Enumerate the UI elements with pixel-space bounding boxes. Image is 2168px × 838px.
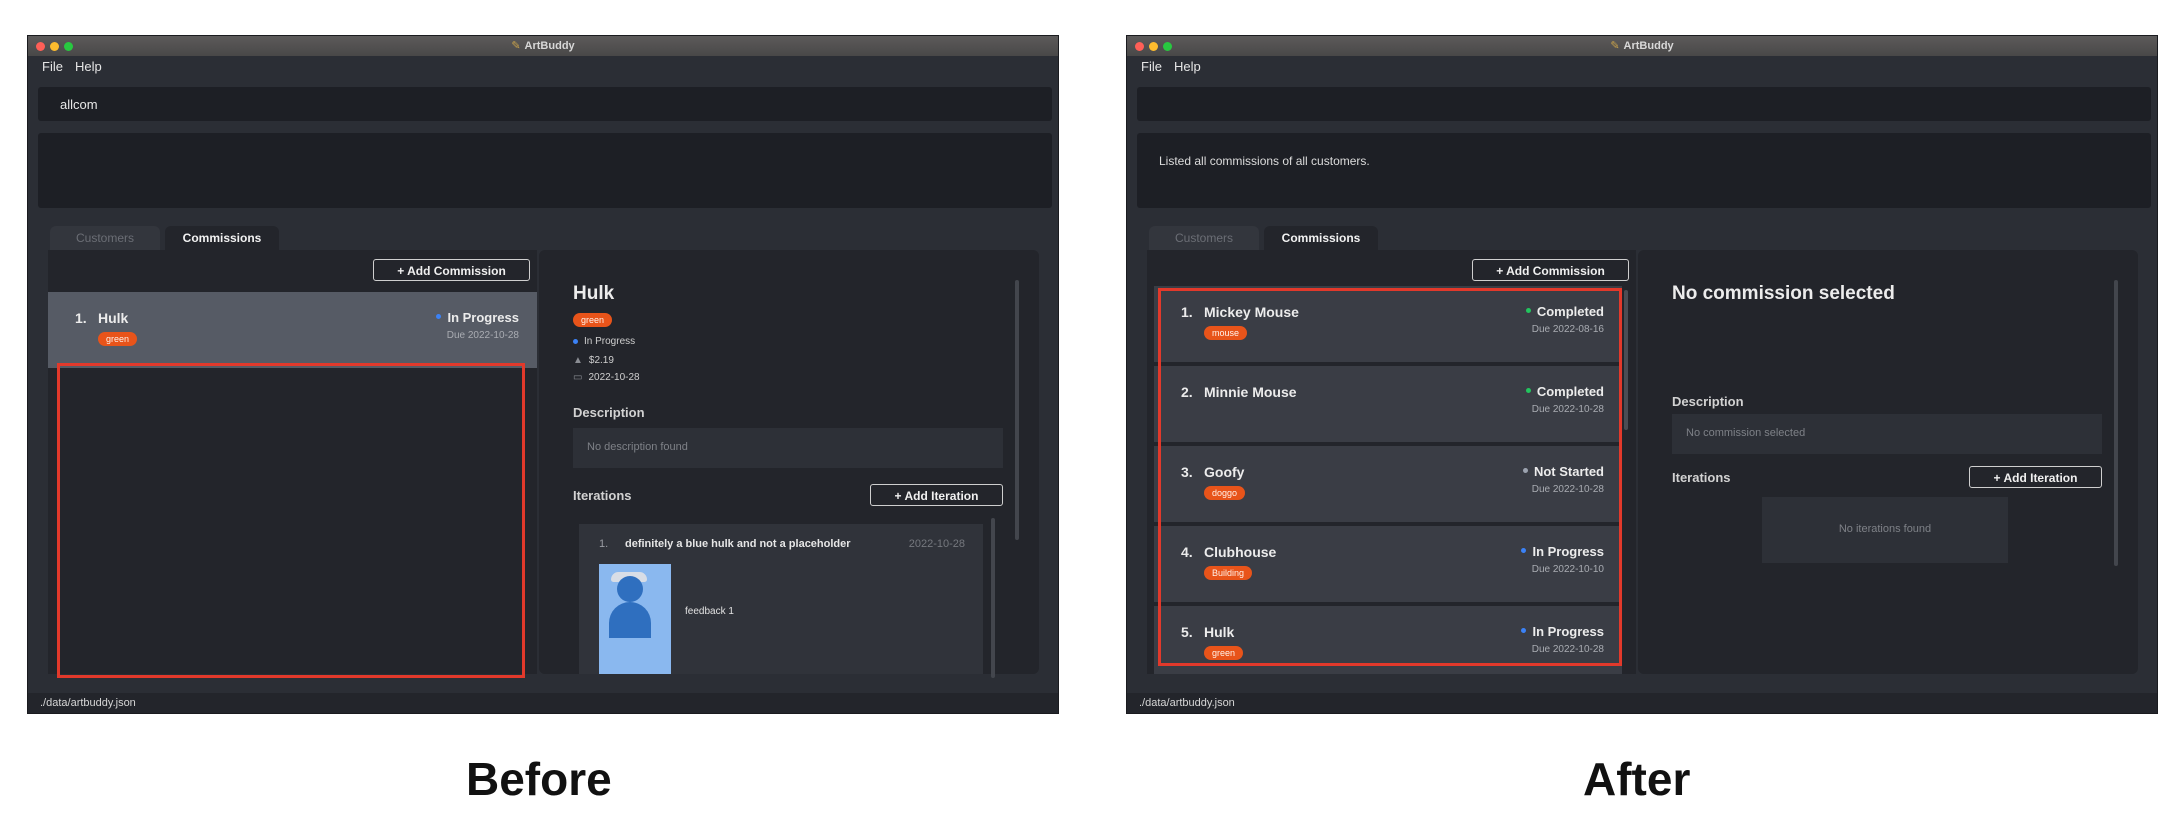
iteration-date: 2022-10-28 (908, 538, 965, 550)
tab-commissions[interactable]: Commissions (1264, 226, 1378, 250)
tab-commissions[interactable]: Commissions (165, 226, 279, 250)
before-window: ✎ ArtBuddy File Help allcom Customers Comm… (28, 36, 1058, 713)
commission-name: Hulk (98, 310, 129, 326)
tab-customers[interactable]: Customers (50, 226, 160, 250)
description-text: No commission selected (1686, 427, 1806, 439)
status-dot-icon (573, 338, 578, 344)
detail-date: ▭ 2022-10-28 (573, 372, 640, 383)
description-box: No description found (573, 428, 1003, 468)
calendar-icon: ▭ (573, 372, 583, 383)
description-text: No description found (587, 441, 688, 453)
iteration-title: definitely a blue hulk and not a placeho… (625, 538, 851, 550)
window-title: ✎ ArtBuddy (511, 40, 575, 52)
commission-status: In Progress (436, 310, 519, 325)
command-input[interactable] (1137, 87, 2151, 121)
palette-icon: ✎ (511, 40, 521, 52)
list-scrollbar[interactable] (1624, 290, 1628, 430)
highlight-box (57, 363, 525, 678)
menu-help[interactable]: Help (1174, 56, 1201, 78)
result-display: Listed all commissions of all customers. (1137, 133, 2151, 208)
detail-title: Hulk (573, 283, 615, 304)
command-input-text: allcom (60, 97, 98, 112)
add-commission-button[interactable]: + Add Commission (373, 259, 530, 281)
detail-status: In Progress (573, 336, 635, 347)
description-label: Description (573, 405, 645, 420)
iteration-index: 1. (599, 538, 609, 550)
commission-due-date: Due 2022-10-28 (446, 330, 519, 341)
window-title: ✎ ArtBuddy (1610, 40, 1674, 52)
head-shape (617, 576, 643, 602)
title-bar: ✎ ArtBuddy (1127, 36, 2157, 56)
status-bar: ./data/artbuddy.json (1127, 693, 2157, 713)
menu-help[interactable]: Help (75, 56, 102, 78)
iteration-image (599, 564, 671, 674)
tab-customers[interactable]: Customers (1149, 226, 1259, 250)
title-bar: ✎ ArtBuddy (28, 36, 1058, 56)
add-commission-button[interactable]: + Add Commission (1472, 259, 1629, 281)
result-display (38, 133, 1052, 208)
detail-scrollbar[interactable] (1015, 280, 1019, 540)
after-caption: After (1583, 753, 1691, 805)
after-window: ✎ ArtBuddy File Help Listed all commission… (1127, 36, 2157, 713)
iterations-label: Iterations (573, 488, 632, 503)
menu-file[interactable]: File (1141, 56, 1162, 78)
iteration-feedback: feedback 1 (685, 606, 734, 617)
iterations-label: Iterations (1672, 470, 1731, 485)
menu-file[interactable]: File (42, 56, 63, 78)
menu-bar: File Help (28, 56, 1058, 78)
commission-index: 1. (75, 310, 87, 326)
add-iteration-button[interactable]: + Add Iteration (870, 484, 1003, 506)
commission-tag: green (98, 332, 138, 346)
data-file-path: ./data/artbuddy.json (40, 697, 136, 709)
detail-title: No commission selected (1672, 283, 1895, 304)
description-box: No commission selected (1672, 414, 2102, 454)
detail-tag: green (573, 313, 613, 327)
add-iteration-button[interactable]: + Add Iteration (1969, 466, 2102, 488)
status-dot-icon (436, 314, 442, 320)
menu-bar: File Help (1127, 56, 2157, 78)
detail-scrollbar[interactable] (2114, 280, 2118, 566)
commission-detail-pane: No commission selected Description No co… (1638, 250, 2138, 674)
commission-detail-pane: Hulk green In Progress ▲ $2.19 ▭ 2022-10-2… (539, 250, 1039, 678)
description-label: Description (1672, 394, 1744, 409)
status-bar: ./data/artbuddy.json (28, 693, 1058, 713)
no-iterations-box: No iterations found (1762, 497, 2008, 563)
palette-icon: ✎ (1610, 40, 1620, 52)
result-text: Listed all commissions of all customers. (1159, 154, 1370, 168)
commission-card[interactable]: 1. Hulk green In Progress Due 2022-10-28 (48, 292, 537, 370)
data-file-path: ./data/artbuddy.json (1139, 697, 1235, 709)
before-caption: Before (466, 753, 612, 805)
iteration-scrollbar[interactable] (991, 518, 995, 678)
no-iterations-text: No iterations found (1838, 523, 1932, 535)
command-input[interactable]: allcom (38, 87, 1052, 121)
iteration-card[interactable]: 1. definitely a blue hulk and not a plac… (579, 524, 983, 674)
detail-fee: ▲ $2.19 (573, 355, 614, 366)
fee-icon: ▲ (573, 355, 583, 366)
body-shape (609, 602, 651, 638)
highlight-box (1158, 288, 1622, 666)
